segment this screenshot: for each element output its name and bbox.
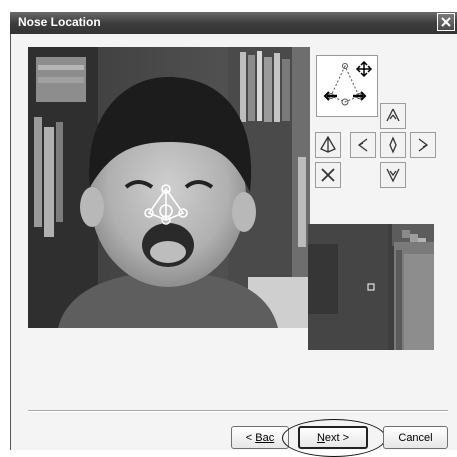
next-button[interactable]: Next > bbox=[298, 426, 368, 449]
delete-icon bbox=[321, 168, 335, 182]
nose-shape-preview bbox=[316, 55, 378, 117]
nose-right-button[interactable] bbox=[410, 132, 436, 158]
next-accelerator: N bbox=[316, 431, 325, 444]
nose-left-icon bbox=[357, 138, 368, 152]
button-separator bbox=[28, 410, 448, 412]
face-photo[interactable] bbox=[28, 47, 310, 328]
back-label: Bac bbox=[255, 431, 275, 444]
delete-nose-button[interactable] bbox=[315, 162, 341, 188]
cancel-label: Cancel bbox=[398, 431, 433, 444]
nose-shape-button[interactable] bbox=[315, 132, 341, 158]
nose-location-dialog: Nose Location < Bac N ext > Cancel bbox=[0, 0, 457, 457]
nose-down-icon bbox=[386, 168, 400, 183]
nose-up-button[interactable] bbox=[380, 103, 406, 129]
back-button[interactable]: < Bac bbox=[231, 426, 289, 449]
nose-left-button[interactable] bbox=[350, 132, 376, 158]
nose-center-button[interactable] bbox=[380, 132, 406, 158]
title-bar[interactable]: Nose Location bbox=[10, 12, 457, 34]
nose-center-icon bbox=[389, 136, 397, 154]
close-icon bbox=[441, 17, 451, 27]
nose-down-button[interactable] bbox=[380, 162, 406, 188]
nose-up-icon bbox=[386, 108, 400, 122]
close-button[interactable] bbox=[437, 13, 455, 31]
back-arrow: < bbox=[245, 431, 256, 444]
zoom-magnifier bbox=[308, 224, 434, 350]
window-title: Nose Location bbox=[18, 15, 101, 29]
move-cursor-icon bbox=[355, 60, 373, 78]
next-label: ext > bbox=[324, 431, 350, 444]
nose-right-icon bbox=[418, 138, 429, 152]
cancel-button[interactable]: Cancel bbox=[383, 426, 448, 449]
nose-shape-icon bbox=[320, 135, 336, 153]
